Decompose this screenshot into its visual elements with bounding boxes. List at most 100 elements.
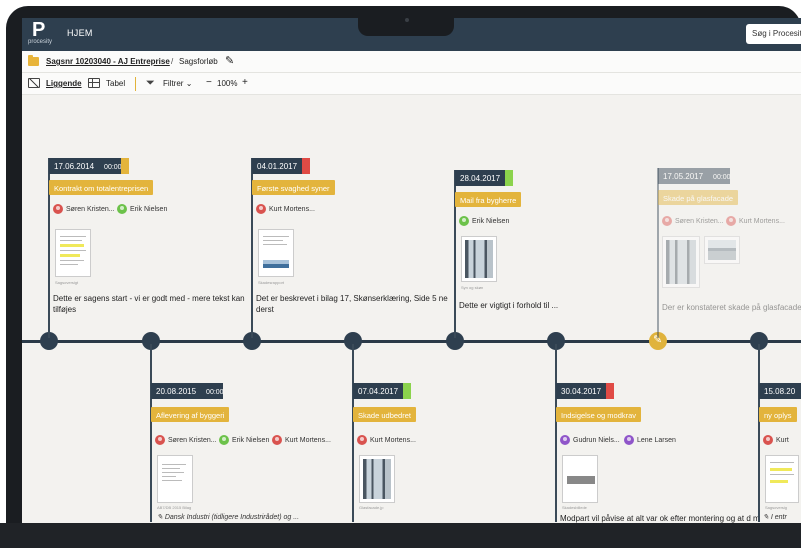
person-name: Gudrun Niels... — [573, 436, 620, 444]
breadcrumb-current: Sagsforløb — [179, 57, 218, 66]
date-text: 04.01.2017 — [257, 162, 298, 171]
status-flag — [505, 170, 513, 186]
event-description: Se nu — [763, 521, 801, 523]
attachment-thumbnail[interactable] — [461, 236, 497, 282]
status-flag — [121, 158, 129, 174]
attachment-thumbnail[interactable] — [55, 229, 91, 277]
avatar — [219, 435, 229, 445]
avatar — [53, 204, 63, 214]
event-card[interactable]: 17.05.2017 00:00 Skade på glasfacade Søre… — [658, 168, 801, 338]
date-text: 15.08.20 — [764, 387, 796, 396]
person-chip: Søren Kristen... — [53, 204, 115, 214]
zoom-level: 100% — [217, 79, 238, 88]
event-description: Der er konstateret skade på glasfacade — [662, 303, 801, 312]
person-name: Kurt Mortens... — [269, 205, 315, 213]
attachment-thumbnail[interactable] — [765, 455, 799, 503]
attachment-caption: Skadesbillede — [562, 505, 587, 510]
attachment-thumbnail[interactable] — [704, 236, 740, 264]
photo-image — [567, 476, 595, 484]
pencil-icon: ✎ — [763, 514, 769, 521]
person-name: Kurt Mortens... — [370, 436, 416, 444]
attachment-caption: Skadesrapport — [258, 280, 285, 285]
attachment-caption: Syn og skøn — [461, 285, 484, 290]
event-title-tag: Mail fra bygherre — [455, 192, 522, 207]
timeline-view-icon[interactable] — [28, 78, 40, 88]
app-screen: P procesity HJEM Søg i Procesity Sagsnr … — [22, 18, 801, 523]
zoom-out-button[interactable]: − — [206, 77, 212, 88]
filter-icon[interactable]: ⏷ — [146, 77, 155, 90]
filter-dropdown[interactable]: Filtrer ⌄ — [163, 79, 192, 88]
avatar — [256, 204, 266, 214]
date-text: 30.04.2017 — [561, 387, 602, 396]
view-timeline-tab[interactable]: Liggende — [46, 79, 82, 88]
avatar — [357, 435, 367, 445]
person-chip: Erik Nielsen — [117, 204, 167, 214]
view-toolbar: Liggende Tabel ⏷ Filtrer ⌄ − 100% + — [22, 73, 801, 95]
event-description: Det er beskrevet i bilag 17, Skønserklær… — [256, 294, 448, 314]
timeline-canvas[interactable]: ✎ 17.06.2014 00:00 Kontrakt om totalentre… — [22, 96, 801, 523]
person-name: Kurt — [776, 436, 789, 444]
zoom-in-button[interactable]: + — [242, 77, 248, 88]
avatar — [624, 435, 634, 445]
avatar — [662, 216, 672, 226]
avatar — [763, 435, 773, 445]
edit-pencil-icon[interactable]: ✎ — [225, 54, 234, 67]
avatar — [459, 216, 469, 226]
event-card[interactable]: 04.01.2017 Første svaghed syner Kurt Mor… — [252, 158, 448, 333]
photo-image — [363, 459, 391, 499]
status-flag — [606, 383, 614, 399]
attachment-thumbnail[interactable] — [562, 455, 598, 503]
event-date: 17.05.2017 00:00 — [658, 168, 731, 184]
chevron-down-icon: ⌄ — [185, 79, 193, 88]
person-chip: Søren Kristen... — [662, 216, 724, 226]
note-text: Dansk Industri (tidligere Industrirådet)… — [164, 514, 300, 521]
person-name: Erik Nielsen — [232, 436, 270, 444]
event-card[interactable]: 07.04.2017 Skade udbedret Kurt Mortens..… — [353, 383, 533, 510]
person-chip: Erik Nielsen — [219, 435, 269, 445]
timeline-axis — [22, 340, 801, 343]
event-card[interactable]: 17.06.2014 00:00 Kontrakt om totalentrepr… — [49, 158, 247, 333]
table-view-icon[interactable] — [88, 78, 100, 88]
event-date: 28.04.2017 — [455, 170, 505, 186]
event-card[interactable]: 28.04.2017 Mail fra bygherre Erik Nielse… — [455, 170, 650, 335]
person-chip: Erik Nielsen — [459, 216, 509, 226]
camera-notch — [358, 12, 454, 36]
attachment-thumbnail[interactable] — [157, 455, 193, 503]
attachment-caption: Sagsoversig — [765, 505, 788, 510]
avatar — [272, 435, 282, 445]
breadcrumb-case-link[interactable]: Sagsnr 10203040 - AJ Entreprise — [46, 57, 170, 66]
filter-label: Filtrer — [163, 79, 184, 88]
event-description: Modpart vil påvise at alt var ok efter m… — [560, 514, 760, 523]
procesity-logo[interactable]: P procesity — [28, 19, 56, 48]
event-note: ✎ I entr — [763, 513, 787, 521]
breadcrumb: Sagsnr 10203040 - AJ Entreprise / Sagsfo… — [22, 51, 801, 73]
attachment-thumbnail[interactable] — [359, 455, 395, 503]
event-card[interactable]: 20.08.2015 00:00 Aflevering af byggeri Sø… — [151, 383, 347, 523]
event-date: 20.08.2015 00:00 — [151, 383, 224, 399]
search-input[interactable]: Søg i Procesity — [746, 24, 801, 44]
attachment-thumbnail[interactable] — [662, 236, 700, 288]
person-name: Søren Kristen... — [675, 217, 724, 225]
event-title-tag: Kontrakt om totalentreprisen — [49, 180, 154, 195]
attachment-caption: Sagsoversigt — [55, 280, 79, 285]
pencil-icon: ✎ — [157, 514, 163, 521]
date-text: 20.08.2015 — [156, 387, 197, 396]
event-date: 07.04.2017 — [353, 383, 403, 399]
attachment-thumbnail[interactable] — [258, 229, 294, 277]
nav-home[interactable]: HJEM — [67, 28, 93, 38]
person-name: Søren Kristen... — [66, 205, 115, 213]
view-table-tab[interactable]: Tabel — [106, 79, 125, 88]
event-title-tag: Aflevering af byggeri — [151, 407, 230, 422]
attachment-caption: Glasfacade.jp — [359, 505, 384, 510]
event-card[interactable]: 30.04.2017 Indsigelse og modkrav Gudrun … — [556, 383, 761, 523]
event-date: 15.08.20 — [759, 383, 801, 399]
event-title-tag: Indsigelse og modkrav — [556, 407, 642, 422]
folder-icon — [28, 55, 39, 66]
avatar — [726, 216, 736, 226]
person-chip: Kurt Mortens... — [726, 216, 785, 226]
event-date: 30.04.2017 — [556, 383, 606, 399]
avatar — [560, 435, 570, 445]
event-date: 04.01.2017 — [252, 158, 302, 174]
event-title-tag: ny oplys — [759, 407, 797, 422]
event-card[interactable]: 15.08.20 ny oplys Kurt Sagsoversig ✎ I e… — [759, 383, 801, 523]
